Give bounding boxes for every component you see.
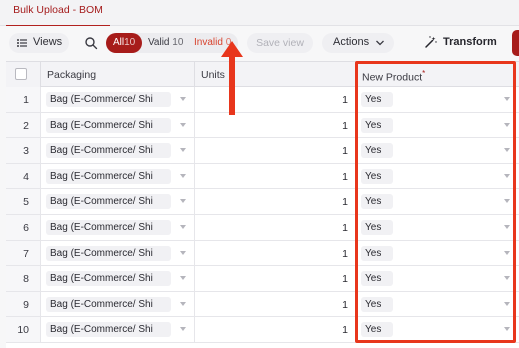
packaging-cell[interactable]: Bag (E-Commerce/ Shi — [41, 112, 195, 138]
magic-wand-icon — [425, 36, 437, 48]
filter-all-count: 10 — [124, 37, 136, 48]
units-cell[interactable]: 1 — [195, 112, 356, 138]
actions-label: Actions — [333, 36, 370, 48]
filter-valid-count: 10 — [172, 37, 184, 48]
row-number-cell[interactable]: 7 — [6, 240, 41, 266]
packaging-value: Bag (E-Commerce/ Shi — [46, 168, 171, 184]
tab-bar: Bulk Upload - BOM — [0, 0, 519, 27]
units-value: 1 — [342, 273, 348, 286]
packaging-value: Bag (E-Commerce/ Shi — [46, 143, 171, 159]
save-view-button[interactable]: Save view — [247, 33, 313, 53]
units-value: 1 — [342, 196, 348, 209]
units-value: 1 — [342, 170, 348, 183]
packaging-value: Bag (E-Commerce/ Shi — [46, 245, 171, 261]
packaging-cell[interactable]: Bag (E-Commerce/ Shi — [41, 317, 195, 342]
tab-label: Bulk Upload - BOM — [13, 4, 103, 16]
filter-all-button[interactable]: All10 — [106, 33, 142, 53]
packaging-value: Bag (E-Commerce/ Shi — [46, 271, 171, 287]
row-number: 9 — [23, 298, 29, 311]
packaging-cell[interactable]: Bag (E-Commerce/ Shi — [41, 266, 195, 291]
tab-bulk-upload-bom[interactable]: Bulk Upload - BOM — [6, 0, 110, 27]
row-number-cell[interactable]: 2 — [6, 112, 41, 138]
packaging-cell[interactable]: Bag (E-Commerce/ Shi — [41, 240, 195, 266]
column-header-packaging[interactable]: Packaging — [41, 62, 195, 87]
packaging-cell[interactable]: Bag (E-Commerce/ Shi — [41, 138, 195, 163]
units-cell[interactable]: 1 — [195, 240, 356, 266]
arrow-up-icon — [221, 41, 243, 115]
row-number-cell[interactable]: 8 — [6, 266, 41, 291]
units-value: 1 — [342, 298, 348, 311]
dropdown-caret-icon[interactable] — [180, 173, 186, 178]
packaging-value: Bag (E-Commerce/ Shi — [46, 322, 171, 338]
packaging-value: Bag (E-Commerce/ Shi — [46, 117, 171, 133]
packaging-cell[interactable]: Bag (E-Commerce/ Shi — [41, 215, 195, 240]
filter-valid-button[interactable]: Valid 10 — [148, 37, 183, 48]
highlight-box — [355, 61, 516, 343]
filter-all-label: All — [113, 37, 125, 48]
row-number: 1 — [23, 94, 29, 106]
packaging-value: Bag (E-Commerce/ Shi — [46, 92, 171, 107]
transform-button[interactable]: Transform — [420, 33, 500, 53]
transform-label: Transform — [443, 36, 497, 48]
units-value: 1 — [342, 119, 348, 132]
dropdown-caret-icon[interactable] — [180, 122, 186, 127]
units-cell[interactable]: 1 — [195, 291, 356, 317]
dropdown-caret-icon[interactable] — [180, 225, 186, 229]
units-cell[interactable]: 1 — [195, 317, 356, 342]
views-icon — [17, 39, 27, 47]
toolbar: Views All10 Valid 10 Invalid 0 Save view… — [0, 26, 519, 60]
row-number-cell[interactable]: 4 — [6, 163, 41, 189]
row-number: 3 — [23, 145, 29, 158]
primary-action-button[interactable] — [512, 30, 519, 56]
search-icon[interactable] — [84, 36, 98, 50]
row-number-cell[interactable]: 10 — [6, 317, 41, 342]
row-number-cell[interactable]: 1 — [6, 87, 41, 112]
packaging-value: Bag (E-Commerce/ Shi — [46, 220, 171, 235]
units-cell[interactable]: 1 — [195, 138, 356, 163]
dropdown-caret-icon[interactable] — [180, 148, 186, 153]
units-value: 1 — [342, 145, 348, 158]
units-value: 1 — [342, 324, 348, 337]
units-value: 1 — [342, 94, 348, 106]
units-cell[interactable]: 1 — [195, 163, 356, 189]
row-number: 8 — [23, 273, 29, 286]
row-number-cell[interactable]: 3 — [6, 138, 41, 163]
select-all-cell — [6, 62, 41, 87]
packaging-value: Bag (E-Commerce/ Shi — [46, 194, 171, 210]
chevron-down-icon — [376, 40, 384, 46]
dropdown-caret-icon[interactable] — [180, 327, 186, 332]
dropdown-caret-icon[interactable] — [180, 250, 186, 255]
row-number-cell[interactable]: 9 — [6, 291, 41, 317]
packaging-cell[interactable]: Bag (E-Commerce/ Shi — [41, 163, 195, 189]
packaging-value: Bag (E-Commerce/ Shi — [46, 296, 171, 312]
row-number: 10 — [17, 324, 29, 337]
units-cell[interactable]: 1 — [195, 266, 356, 291]
views-button[interactable]: Views — [9, 33, 69, 53]
column-header-label: Packaging — [47, 69, 97, 81]
dropdown-caret-icon[interactable] — [180, 301, 186, 306]
dropdown-caret-icon[interactable] — [180, 276, 186, 281]
dropdown-caret-icon[interactable] — [180, 199, 186, 204]
packaging-cell[interactable]: Bag (E-Commerce/ Shi — [41, 189, 195, 214]
packaging-cell[interactable]: Bag (E-Commerce/ Shi — [41, 291, 195, 317]
units-cell[interactable]: 1 — [195, 215, 356, 240]
filter-valid-label: Valid — [148, 37, 170, 48]
row-number: 2 — [23, 119, 29, 132]
units-cell[interactable]: 1 — [195, 189, 356, 214]
row-number-cell[interactable]: 6 — [6, 215, 41, 240]
row-number: 6 — [23, 222, 29, 234]
packaging-cell[interactable]: Bag (E-Commerce/ Shi — [41, 87, 195, 112]
views-label: Views — [33, 36, 63, 48]
row-number: 5 — [23, 196, 29, 209]
row-number: 4 — [23, 170, 29, 183]
actions-button[interactable]: Actions — [322, 33, 394, 53]
select-all-checkbox[interactable] — [15, 68, 27, 80]
dropdown-caret-icon[interactable] — [180, 97, 186, 101]
units-value: 1 — [342, 222, 348, 234]
units-value: 1 — [342, 247, 348, 260]
row-number: 7 — [23, 247, 29, 260]
row-number-cell[interactable]: 5 — [6, 189, 41, 214]
